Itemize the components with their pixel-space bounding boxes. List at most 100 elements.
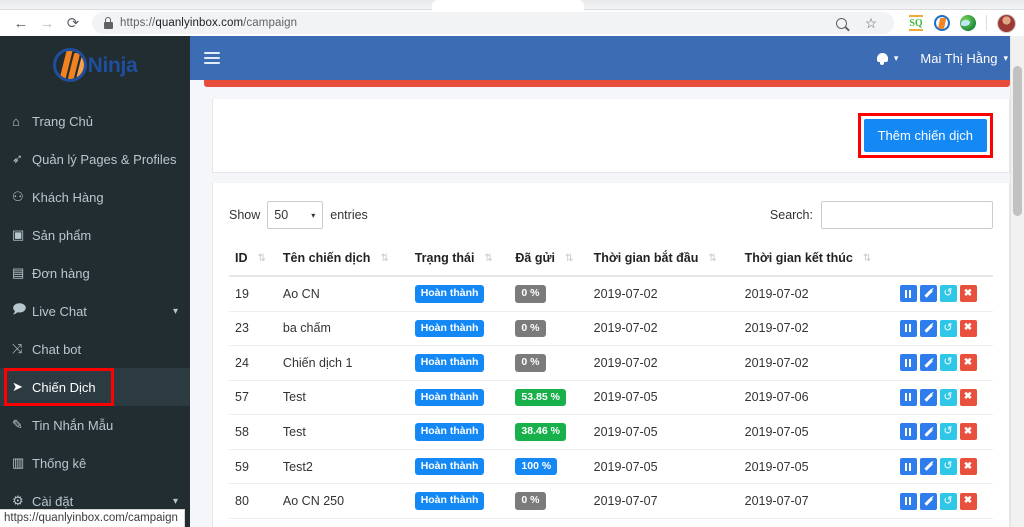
browser-toolbar: ← → ⟳ https://quanlyinbox.com/campaign ☆… bbox=[0, 10, 1024, 36]
edit-pencil-icon[interactable] bbox=[919, 458, 937, 475]
sidebar-item-san-pham[interactable]: ▣ Sản phẩm bbox=[0, 216, 190, 254]
column-header-sent[interactable]: Đã gửi ⇅ bbox=[509, 243, 588, 277]
delete-x-icon[interactable]: ✖ bbox=[959, 388, 977, 406]
sidebar-item-chien-dich[interactable]: ➤ Chiến Dịch bbox=[0, 368, 190, 406]
cell-name: Test bbox=[276, 414, 409, 450]
delete-x-icon[interactable]: ✖ bbox=[959, 492, 977, 510]
sidebar-item-label: Live Chat bbox=[32, 303, 87, 319]
alert-banner bbox=[204, 80, 1010, 87]
column-header-id[interactable]: ID ⇅ bbox=[229, 243, 277, 277]
delete-x-icon[interactable]: ✖ bbox=[959, 423, 977, 441]
cell-end-time: 2019-07-06 bbox=[738, 380, 894, 416]
pause-icon[interactable] bbox=[899, 423, 917, 441]
cell-actions: ↺✖ bbox=[893, 380, 993, 416]
sidebar-item-label: Khách Hàng bbox=[32, 189, 104, 205]
page-length-value: 50 bbox=[274, 208, 289, 222]
vertical-scrollbar[interactable] bbox=[1010, 36, 1024, 527]
sidebar-item-quan-ly-pages-profiles[interactable]: ➶ Quản lý Pages & Profiles bbox=[0, 140, 190, 178]
history-refresh-icon[interactable]: ↺ bbox=[939, 388, 957, 406]
history-refresh-icon[interactable]: ↺ bbox=[939, 319, 957, 337]
zoom-out-icon[interactable] bbox=[832, 14, 850, 32]
column-header-end-time[interactable]: Thời gian kết thúc ⇅ bbox=[738, 243, 894, 277]
profile-avatar-icon[interactable] bbox=[997, 13, 1016, 33]
orange-circle-extension-icon[interactable] bbox=[934, 15, 950, 31]
cell-name: Ao CN 250 bbox=[276, 483, 409, 519]
history-refresh-icon[interactable]: ↺ bbox=[939, 492, 957, 510]
reload-icon[interactable]: ⟳ bbox=[60, 10, 86, 36]
sidebar-item-live-chat[interactable]: 🗩 Live Chat ▾ bbox=[0, 292, 190, 330]
edit-pencil-icon[interactable] bbox=[919, 354, 937, 372]
history-refresh-icon[interactable]: ↺ bbox=[939, 423, 957, 441]
edit-pencil-icon[interactable] bbox=[919, 285, 937, 303]
comment-icon: 🗩 bbox=[12, 301, 27, 316]
sq-extension-icon[interactable]: SQ bbox=[908, 15, 924, 31]
delete-x-icon[interactable]: ✖ bbox=[959, 458, 977, 475]
ninja-logo-icon bbox=[52, 48, 87, 82]
delete-x-icon[interactable]: ✖ bbox=[959, 319, 977, 337]
sidebar-item-tin-nhan-mau[interactable]: ✎ Tin Nhắn Mẫu bbox=[0, 406, 190, 444]
history-refresh-icon[interactable]: ↺ bbox=[939, 354, 957, 372]
cell-end-time: 2019-07-05 bbox=[738, 414, 894, 450]
brand-logo[interactable]: Ninja bbox=[0, 36, 190, 94]
user-menu[interactable]: Mai Thị Hằng ▾ bbox=[920, 51, 1008, 66]
user-name-label: Mai Thị Hằng bbox=[920, 50, 998, 66]
lock-icon bbox=[102, 17, 114, 29]
alert-strip-wrapper bbox=[190, 80, 1024, 87]
sidebar-item-thong-ke[interactable]: ▥ Thống kê bbox=[0, 444, 190, 482]
pause-icon[interactable] bbox=[899, 319, 917, 337]
history-refresh-icon[interactable]: ↺ bbox=[939, 285, 957, 303]
sidebar-item-trang-chu[interactable]: ⌂ Trang Chủ bbox=[0, 102, 190, 140]
star-icon[interactable]: ☆ bbox=[862, 14, 880, 32]
sidebar-item-don-hang[interactable]: ▤ Đơn hàng bbox=[0, 254, 190, 292]
cell-name: Test2 bbox=[276, 449, 409, 485]
edit-pencil-icon[interactable] bbox=[919, 319, 937, 337]
table-row: 59 Test2 Hoàn thành 100 % 2019-07-05 2019-07-… bbox=[229, 449, 993, 485]
sent-badge: 0 % bbox=[515, 285, 546, 303]
forward-arrow-icon[interactable]: → bbox=[34, 10, 60, 36]
column-header-start-time[interactable]: Thời gian bắt đầu ⇅ bbox=[587, 243, 739, 277]
table-header-row: ID ⇅ Tên chiến dịch ⇅ Trạng thái ⇅ Đã gửi ⇅ … bbox=[229, 243, 993, 277]
pause-icon[interactable] bbox=[899, 492, 917, 510]
box-icon: ▣ bbox=[12, 227, 25, 242]
back-arrow-icon[interactable]: ← bbox=[8, 10, 34, 36]
status-badge: Hoàn thành bbox=[414, 285, 485, 303]
scrollbar-thumb[interactable] bbox=[1013, 66, 1022, 216]
sidebar-item-chat-bot[interactable]: ⤨ Chat bot bbox=[0, 330, 190, 368]
campaign-table-body: 19 Ao CN Hoàn thành 0 % 2019-07-02 2019-07-02… bbox=[229, 276, 993, 527]
toolbar-divider bbox=[986, 15, 987, 31]
sort-updown-icon: ⇅ bbox=[257, 253, 266, 264]
browser-tab-active[interactable] bbox=[432, 0, 584, 10]
cell-status: Hoàn thành bbox=[408, 311, 510, 347]
cell-id: 80 bbox=[229, 483, 277, 519]
edit-pencil-icon[interactable] bbox=[919, 388, 937, 406]
add-campaign-button[interactable]: Thêm chiến dịch bbox=[863, 119, 987, 152]
idm-globe-extension-icon[interactable] bbox=[960, 15, 976, 31]
address-bar[interactable]: https://quanlyinbox.com/campaign ☆ bbox=[92, 12, 894, 34]
campaign-table-panel: Show 50 ▾ entries Search: ID ⇅ Tên chiến… bbox=[212, 183, 1010, 527]
cell-start-time: 2019-07-02 bbox=[587, 276, 739, 312]
delete-x-icon[interactable]: ✖ bbox=[959, 354, 977, 372]
cell-id: 24 bbox=[229, 345, 277, 381]
search-input[interactable] bbox=[821, 201, 993, 229]
pause-icon[interactable] bbox=[899, 285, 917, 303]
notifications-menu[interactable]: ▾ bbox=[876, 52, 898, 65]
cell-sent: 0 % bbox=[509, 276, 588, 312]
edit-pencil-icon[interactable] bbox=[919, 492, 937, 510]
page-length-select[interactable]: 50 ▾ bbox=[267, 201, 324, 229]
pause-icon[interactable] bbox=[899, 354, 917, 372]
cell-name: Chiến dịch 1 bbox=[276, 345, 409, 381]
delete-x-icon[interactable]: ✖ bbox=[959, 285, 977, 303]
cell-status: Hoàn thành bbox=[408, 518, 510, 527]
column-header-name[interactable]: Tên chiến dịch ⇅ bbox=[276, 243, 409, 277]
history-refresh-icon[interactable]: ↺ bbox=[939, 458, 957, 475]
pause-icon[interactable] bbox=[899, 458, 917, 475]
cell-sent: 0 % bbox=[509, 345, 588, 381]
pause-icon[interactable] bbox=[899, 388, 917, 406]
column-header-status[interactable]: Trạng thái ⇅ bbox=[408, 243, 510, 277]
sidebar-item-label: Chat bot bbox=[32, 341, 82, 357]
sidebar-item-khach-hang[interactable]: ⚇ Khách Hàng bbox=[0, 178, 190, 216]
sidebar-item-label: Trang Chủ bbox=[32, 113, 93, 129]
hamburger-icon[interactable] bbox=[204, 49, 220, 67]
edit-pencil-icon[interactable] bbox=[919, 423, 937, 441]
sort-updown-icon: ⇅ bbox=[484, 253, 493, 264]
